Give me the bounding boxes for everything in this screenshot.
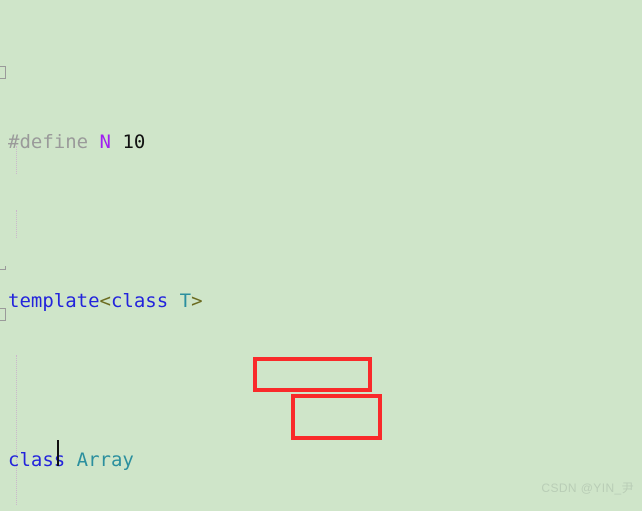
token-class-name: Array bbox=[76, 449, 134, 472]
code-content: #define N 10 template<class T> class Arr… bbox=[0, 0, 642, 511]
token-macro-value: 10 bbox=[122, 131, 146, 154]
code-line[interactable]: class Array bbox=[0, 445, 642, 477]
token-macro-name: N bbox=[99, 131, 111, 154]
token-angle-open: < bbox=[99, 290, 111, 313]
token-preprocessor: #define bbox=[8, 131, 89, 154]
token-class-keyword: class bbox=[110, 290, 169, 313]
code-line[interactable]: #define N 10 bbox=[0, 127, 642, 159]
token-template-keyword: template bbox=[8, 290, 100, 313]
token-angle-close: > bbox=[191, 290, 203, 313]
code-line[interactable]: template<class T> bbox=[0, 286, 642, 318]
watermark: CSDN @YIN_尹 bbox=[541, 481, 634, 496]
token-template-param: T bbox=[179, 290, 192, 313]
code-editor[interactable]: #define N 10 template<class T> class Arr… bbox=[0, 0, 642, 511]
text-caret bbox=[57, 440, 59, 466]
